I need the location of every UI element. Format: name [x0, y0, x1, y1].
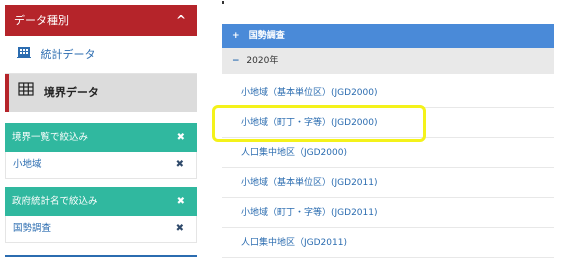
- list-item[interactable]: 小地域（基本単位区）(JGD2011): [222, 168, 554, 198]
- data-type-header[interactable]: データ種別 ^: [5, 5, 197, 36]
- close-icon[interactable]: ✖: [177, 123, 185, 152]
- filter-government-statistics-value: 国勢調査 ✖: [5, 216, 197, 243]
- highlight-box: [212, 105, 426, 142]
- category-boundary-data[interactable]: 境界データ: [5, 74, 197, 112]
- filter-government-statistics-header: 政府統計名で絞込み ✖: [5, 187, 197, 216]
- grid-icon: [18, 74, 34, 112]
- year-group-row[interactable]: − 2020年: [222, 48, 554, 74]
- filter-value-label: 国勢調査: [13, 223, 52, 234]
- filter-value-label: 小地域: [13, 159, 42, 170]
- list-item-link[interactable]: 小地域（町丁・字等）(JGD2011): [241, 208, 378, 218]
- plus-icon[interactable]: +: [232, 31, 240, 41]
- list-item[interactable]: 小地域（町丁・字等）(JGD2011): [222, 198, 554, 228]
- filter-government-statistics-label: 政府統計名で絞込み: [12, 196, 98, 207]
- building-icon: [17, 36, 31, 74]
- category-statistical-data-label: 統計データ: [40, 48, 96, 61]
- category-statistical-data[interactable]: 統計データ: [5, 36, 197, 74]
- minus-icon[interactable]: −: [232, 56, 240, 66]
- category-boundary-data-label: 境界データ: [43, 86, 99, 99]
- filter-boundary-list-label: 境界一覧で絞込み: [12, 132, 89, 143]
- survey-group-header[interactable]: + 国勢調査: [222, 24, 554, 48]
- list-item-link[interactable]: 人口集中地区（JGD2011): [241, 238, 347, 248]
- list-item[interactable]: 小地域（基本単位区）(JGD2000): [222, 78, 554, 108]
- chevron-up-icon[interactable]: ^: [176, 5, 186, 36]
- year-label: 2020年: [246, 56, 279, 66]
- filter-boundary-list-value: 小地域 ✖: [5, 152, 197, 179]
- list-item-link[interactable]: 人口集中地区（JGD2000): [241, 148, 347, 158]
- remove-filter-icon[interactable]: ✖: [176, 152, 184, 178]
- list-item[interactable]: 人口集中地区（JGD2011): [222, 228, 554, 258]
- remove-filter-icon[interactable]: ✖: [176, 216, 184, 242]
- filter-boundary-list-header: 境界一覧で絞込み ✖: [5, 123, 197, 152]
- survey-group-label: 国勢調査: [248, 31, 285, 41]
- list-item-link[interactable]: 小地域（基本単位区）(JGD2000): [241, 88, 378, 98]
- data-type-header-label: データ種別: [14, 14, 69, 27]
- close-icon[interactable]: ✖: [177, 187, 185, 216]
- sidebar-bottom-border: [5, 255, 197, 257]
- stray-mark: [222, 1, 224, 4]
- list-item-link[interactable]: 小地域（基本単位区）(JGD2011): [241, 178, 378, 188]
- list-item[interactable]: 人口集中地区（JGD2000): [222, 138, 554, 168]
